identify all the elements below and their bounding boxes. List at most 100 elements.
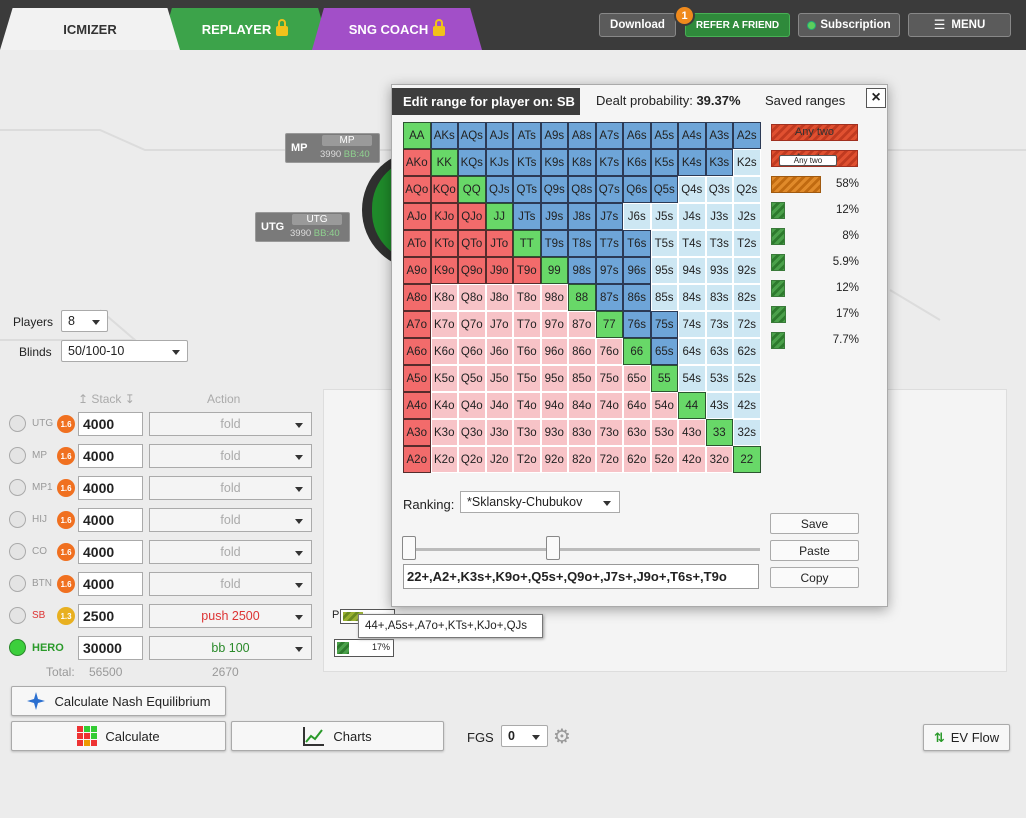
hand-cell[interactable]: T7s bbox=[595, 230, 623, 257]
hand-cell[interactable]: 32o bbox=[705, 446, 733, 473]
save-button[interactable]: Save bbox=[770, 513, 859, 534]
hand-cell[interactable]: J5o bbox=[485, 365, 513, 392]
hand-cell[interactable]: K6s bbox=[623, 149, 651, 176]
action-select[interactable]: fold bbox=[149, 412, 312, 436]
action-select[interactable]: push 2500 bbox=[149, 604, 312, 628]
hand-cell[interactable]: T2s bbox=[733, 230, 761, 257]
hand-cell[interactable]: 64o bbox=[623, 392, 651, 419]
hand-cell[interactable]: 52s bbox=[733, 365, 761, 392]
hand-cell[interactable]: Q6s bbox=[623, 176, 651, 203]
hand-cell[interactable]: 42s bbox=[733, 392, 761, 419]
hand-cell[interactable]: J7o bbox=[485, 311, 513, 338]
hand-cell[interactable]: 85o bbox=[568, 365, 596, 392]
hand-cell[interactable]: T3s bbox=[705, 230, 733, 257]
player-radio[interactable] bbox=[9, 415, 26, 432]
hand-cell[interactable]: 98o bbox=[540, 284, 568, 311]
nash-button[interactable]: Calculate Nash Equilibrium bbox=[11, 686, 226, 716]
hand-cell[interactable]: 84o bbox=[568, 392, 596, 419]
hand-cell[interactable]: 88 bbox=[568, 284, 596, 311]
player-radio[interactable] bbox=[9, 575, 26, 592]
tab-icmizer[interactable]: ICMIZER bbox=[0, 8, 180, 50]
hand-cell[interactable]: 72o bbox=[595, 446, 623, 473]
hand-cell[interactable]: A9s bbox=[540, 122, 568, 149]
action-select[interactable]: fold bbox=[149, 540, 312, 564]
stack-input[interactable]: 2500 bbox=[78, 604, 143, 628]
hand-cell[interactable]: KK bbox=[430, 149, 458, 176]
hand-cell[interactable]: 87o bbox=[568, 311, 596, 338]
hand-cell[interactable]: 93o bbox=[540, 419, 568, 446]
hand-cell[interactable]: K8o bbox=[430, 284, 458, 311]
saved-range-item[interactable]: Any twoAny two bbox=[771, 148, 861, 174]
hand-cell[interactable]: KJs bbox=[485, 149, 513, 176]
hand-cell[interactable]: AJo bbox=[403, 203, 431, 230]
hand-cell[interactable]: 96s bbox=[623, 257, 651, 284]
hand-cell[interactable]: K2o bbox=[430, 446, 458, 473]
hand-cell[interactable]: 74o bbox=[595, 392, 623, 419]
hand-cell[interactable]: 76o bbox=[595, 338, 623, 365]
saved-range-item[interactable]: Any two bbox=[771, 122, 861, 148]
hand-cell[interactable]: A9o bbox=[403, 257, 431, 284]
hand-cell[interactable]: 32s bbox=[733, 419, 761, 446]
hand-cell[interactable]: J9o bbox=[485, 257, 513, 284]
hand-cell[interactable]: ATs bbox=[513, 122, 541, 149]
fgs-select[interactable]: 0 bbox=[501, 725, 548, 747]
hand-cell[interactable]: K3s bbox=[705, 149, 733, 176]
hand-cell[interactable]: Q2o bbox=[458, 446, 486, 473]
hand-cell[interactable]: Q3s bbox=[705, 176, 733, 203]
hand-cell[interactable]: T8s bbox=[568, 230, 596, 257]
hand-cell[interactable]: 77 bbox=[595, 311, 623, 338]
player-radio[interactable] bbox=[9, 607, 26, 624]
hand-cell[interactable]: 52o bbox=[650, 446, 678, 473]
saved-range-item[interactable]: 58% bbox=[771, 174, 861, 200]
player-radio[interactable] bbox=[9, 639, 26, 656]
hand-cell[interactable]: 54s bbox=[678, 365, 706, 392]
seat-mp[interactable]: MP MP 3990 BB:40 bbox=[285, 133, 380, 163]
hand-cell[interactable]: T5o bbox=[513, 365, 541, 392]
hand-cell[interactable]: 64s bbox=[678, 338, 706, 365]
hand-cell[interactable]: Q4o bbox=[458, 392, 486, 419]
hand-cell[interactable]: 73s bbox=[705, 311, 733, 338]
slider-handle-max[interactable] bbox=[546, 536, 560, 560]
hand-cell[interactable]: AKs bbox=[430, 122, 458, 149]
hand-cell[interactable]: J6s bbox=[623, 203, 651, 230]
hand-cell[interactable]: QJo bbox=[458, 203, 486, 230]
hand-cell[interactable]: 63s bbox=[705, 338, 733, 365]
stack-input[interactable]: 4000 bbox=[78, 508, 143, 532]
action-select[interactable]: fold bbox=[149, 508, 312, 532]
hand-cell[interactable]: 44 bbox=[678, 392, 706, 419]
hand-cell[interactable]: A4o bbox=[403, 392, 431, 419]
hand-cell[interactable]: Q4s bbox=[678, 176, 706, 203]
hand-cell[interactable]: K4o bbox=[430, 392, 458, 419]
hand-cell[interactable]: 65s bbox=[650, 338, 678, 365]
refer-friend-button[interactable]: REFER A FRIEND bbox=[685, 13, 790, 37]
hand-cell[interactable]: QJs bbox=[485, 176, 513, 203]
hand-cell[interactable]: T7o bbox=[513, 311, 541, 338]
gear-icon[interactable]: ⚙ bbox=[553, 726, 575, 748]
saved-range-item[interactable]: 12% bbox=[771, 278, 861, 304]
hand-cell[interactable]: KTo bbox=[430, 230, 458, 257]
saved-range-item[interactable]: 5.9% bbox=[771, 252, 861, 278]
hand-cell[interactable]: 66 bbox=[623, 338, 651, 365]
hand-cell[interactable]: 83s bbox=[705, 284, 733, 311]
stack-input[interactable]: 4000 bbox=[78, 444, 143, 468]
hand-cell[interactable]: T5s bbox=[650, 230, 678, 257]
hand-cell[interactable]: J9s bbox=[540, 203, 568, 230]
hand-cell[interactable]: QTo bbox=[458, 230, 486, 257]
subscription-button[interactable]: Subscription bbox=[798, 13, 900, 37]
hand-cell[interactable]: 83o bbox=[568, 419, 596, 446]
hand-cell[interactable]: 73o bbox=[595, 419, 623, 446]
hand-cell[interactable]: 97s bbox=[595, 257, 623, 284]
action-select[interactable]: fold bbox=[149, 444, 312, 468]
hand-cell[interactable]: 65o bbox=[623, 365, 651, 392]
action-select[interactable]: bb 100 bbox=[149, 636, 312, 660]
hand-cell[interactable]: J4o bbox=[485, 392, 513, 419]
hand-cell[interactable]: AA bbox=[403, 122, 431, 149]
hand-cell[interactable]: Q7o bbox=[458, 311, 486, 338]
hand-cell[interactable]: K3o bbox=[430, 419, 458, 446]
hand-cell[interactable]: A2s bbox=[733, 122, 761, 149]
hand-cell[interactable]: Q6o bbox=[458, 338, 486, 365]
hand-cell[interactable]: Q9s bbox=[540, 176, 568, 203]
hand-cell[interactable]: 85s bbox=[650, 284, 678, 311]
hand-cell[interactable]: 62s bbox=[733, 338, 761, 365]
hand-cell[interactable]: 33 bbox=[705, 419, 733, 446]
